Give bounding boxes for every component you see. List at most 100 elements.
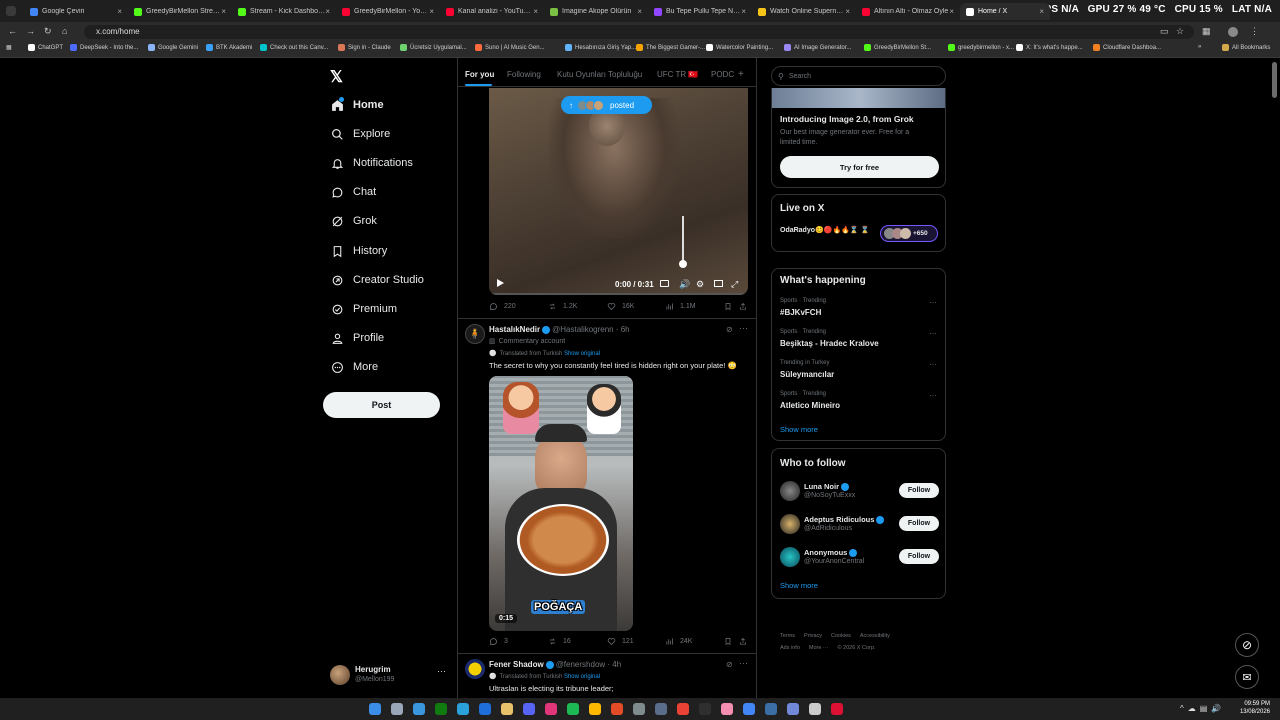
- page-scrollbar[interactable]: [1272, 62, 1277, 98]
- follow-suggestion-name[interactable]: Anonymous: [804, 548, 847, 557]
- volume-icon[interactable]: 🔊: [679, 279, 690, 290]
- fullscreen-icon[interactable]: ⤢: [731, 279, 738, 290]
- footer-link[interactable]: Accessibility: [860, 630, 890, 642]
- bookmark-item[interactable]: Google Gemini: [148, 44, 198, 51]
- add-tab-icon[interactable]: +: [738, 69, 744, 80]
- avatar[interactable]: [780, 514, 800, 534]
- install-app-icon[interactable]: ▭: [1160, 26, 1169, 37]
- views-button[interactable]: 1.1M: [665, 302, 696, 311]
- grok-icon[interactable]: ⊘: [726, 325, 733, 334]
- trend-more-icon[interactable]: ···: [929, 360, 937, 369]
- nav-item-explore[interactable]: Explore: [330, 127, 390, 141]
- apps-grid-icon[interactable]: ▦: [6, 44, 12, 51]
- nav-item-chat[interactable]: Chat: [330, 185, 376, 199]
- post2-video[interactable]: POĞAÇA 0:15: [489, 376, 633, 631]
- taskbar-x-app-icon[interactable]: [699, 703, 711, 715]
- grok-icon[interactable]: ⊘: [726, 660, 733, 669]
- bookmark-item[interactable]: DeepSeek - Into the...: [70, 44, 138, 51]
- feed-tab[interactable]: PODC: [711, 70, 734, 79]
- nav-item-premium[interactable]: Premium: [330, 302, 397, 316]
- nav-item-history[interactable]: History: [330, 244, 387, 258]
- tab-close-icon[interactable]: ×: [1039, 7, 1044, 16]
- taskbar-discord-icon[interactable]: [523, 703, 535, 715]
- feed-tab[interactable]: Following: [507, 70, 541, 79]
- taskbar-settings-icon[interactable]: [809, 703, 821, 715]
- bookmark-post-button[interactable]: [724, 637, 735, 648]
- tab-search-button[interactable]: [6, 6, 16, 16]
- taskbar-steam-icon[interactable]: [765, 703, 777, 715]
- footer-link[interactable]: Privacy: [804, 630, 822, 642]
- account-switcher[interactable]: Herugrim @Mellon199 ···: [328, 664, 448, 688]
- home-page-icon[interactable]: ⌂: [62, 26, 67, 36]
- bookmark-item[interactable]: Cloudflare Dashboa...: [1093, 44, 1161, 51]
- tab-close-icon[interactable]: ×: [845, 7, 850, 16]
- footer-link[interactable]: Terms: [780, 630, 795, 642]
- trend-more-icon[interactable]: ···: [929, 298, 937, 307]
- avatar[interactable]: [780, 547, 800, 567]
- browser-tab[interactable]: Kanal analizi - YouTube St ×: [440, 3, 544, 20]
- nav-item-notifications[interactable]: Notifications: [330, 156, 413, 170]
- follow-button[interactable]: Follow: [899, 483, 939, 498]
- tab-close-icon[interactable]: ×: [533, 7, 538, 16]
- taskbar-app-icon[interactable]: [721, 703, 733, 715]
- post2-avatar[interactable]: 🧍: [465, 324, 485, 344]
- extensions-icon[interactable]: ▦: [1202, 26, 1211, 37]
- tab-close-icon[interactable]: ×: [741, 7, 746, 16]
- tab-close-icon[interactable]: ×: [637, 7, 642, 16]
- taskbar-app-icon[interactable]: [831, 703, 843, 715]
- volume-slider-knob[interactable]: [679, 260, 687, 268]
- nav-item-profile[interactable]: Profile: [330, 331, 384, 345]
- tab-close-icon[interactable]: ×: [221, 7, 226, 16]
- share-button[interactable]: [739, 302, 750, 313]
- post-button[interactable]: Post: [323, 392, 440, 418]
- bookmark-item[interactable]: greedybirmellon - x...: [948, 44, 1014, 51]
- bookmark-item[interactable]: Check out this Canv...: [260, 44, 328, 51]
- tab-close-icon[interactable]: ×: [117, 7, 122, 16]
- bookmark-item[interactable]: Sign in - Claude: [338, 44, 391, 51]
- reply-button[interactable]: 220: [489, 302, 516, 311]
- nav-item-creator-studio[interactable]: Creator Studio: [330, 273, 424, 287]
- bookmark-item[interactable]: BTK Akademi: [206, 44, 252, 51]
- reply-button[interactable]: 3: [489, 637, 508, 646]
- bookmark-item[interactable]: ChatGPT: [28, 44, 63, 51]
- nav-item-more[interactable]: More: [330, 360, 378, 374]
- follow-suggestion-name[interactable]: Luna Noir: [804, 482, 839, 491]
- show-original-link[interactable]: Show original: [564, 674, 600, 680]
- grok-float-button[interactable]: ⊘: [1235, 633, 1259, 657]
- bookmark-item[interactable]: AI Image Generator...: [784, 44, 851, 51]
- bookmark-item[interactable]: Suno | AI Music Gen...: [475, 44, 545, 51]
- taskbar-app-icon[interactable]: [545, 703, 557, 715]
- trend-name[interactable]: Beşiktaş - Hradec Kralove: [780, 339, 879, 348]
- trend-more-icon[interactable]: ···: [929, 329, 937, 338]
- new-posts-pill[interactable]: ↑ posted: [561, 96, 652, 114]
- follow-button[interactable]: Follow: [899, 516, 939, 531]
- post3-author[interactable]: Fener Shadow: [489, 660, 544, 669]
- back-icon[interactable]: ←: [8, 26, 17, 36]
- profile-avatar-icon[interactable]: [1228, 27, 1238, 37]
- bookmark-item[interactable]: X: It's what's happe...: [1016, 44, 1083, 51]
- trend-more-icon[interactable]: ···: [929, 391, 937, 400]
- captions-icon[interactable]: [660, 280, 669, 287]
- taskbar-spotify-icon[interactable]: [567, 703, 579, 715]
- taskbar-files-icon[interactable]: [589, 703, 601, 715]
- messages-float-button[interactable]: ✉: [1235, 665, 1259, 689]
- taskbar-app-icon[interactable]: [633, 703, 645, 715]
- feed-tab[interactable]: Kutu Oyunları Topluluğu: [557, 70, 642, 79]
- share-button[interactable]: [739, 637, 750, 648]
- wtf-show-more[interactable]: Show more: [780, 581, 818, 590]
- feed-tab[interactable]: For you: [465, 70, 494, 79]
- post3-avatar[interactable]: [465, 659, 485, 679]
- taskbar-obs-icon[interactable]: [611, 703, 623, 715]
- live-host[interactable]: OdaRadyo😊🔴🔥🔥⌛ ⌛: [780, 226, 880, 236]
- post-video[interactable]: 0:00 / 0:31 🔊 ⚙ ⤢: [489, 88, 748, 295]
- follow-suggestion-name[interactable]: Adeptus Ridiculous: [804, 515, 874, 524]
- browser-tab[interactable]: Bu Tepe Pullu Tepe Notal ×: [648, 3, 752, 20]
- reload-icon[interactable]: ↻: [44, 26, 52, 37]
- repost-button[interactable]: 1.2K: [548, 302, 577, 311]
- post-more-icon[interactable]: ···: [739, 658, 748, 668]
- follow-suggestion-handle[interactable]: @AdRidiculous: [804, 525, 852, 532]
- follow-suggestion-handle[interactable]: @YourAnonCentral: [804, 558, 864, 565]
- browser-tab[interactable]: Stream - Kick Dashboard ×: [232, 3, 336, 20]
- clock[interactable]: 09:59 PM 13/08/2026: [1236, 700, 1270, 716]
- trend-name[interactable]: Süleymancılar: [780, 370, 834, 379]
